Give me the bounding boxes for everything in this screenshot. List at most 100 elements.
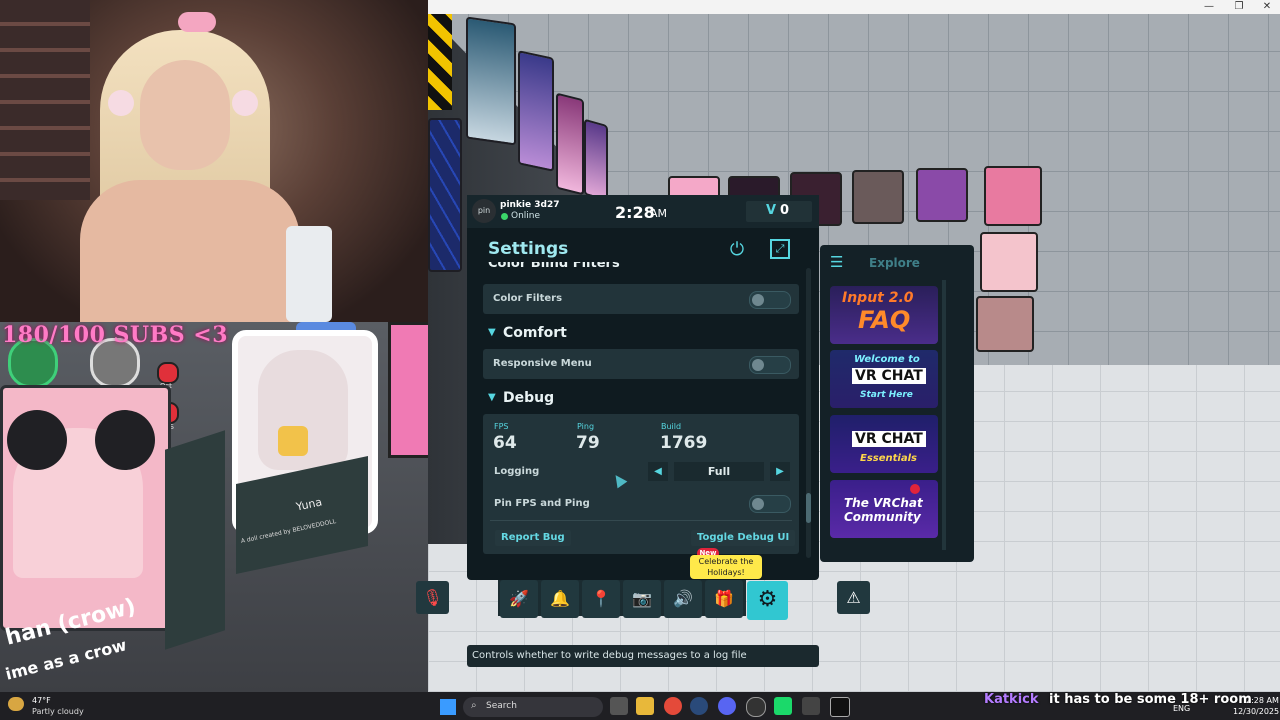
weather-icon[interactable] <box>8 697 24 711</box>
settings-scrollbar[interactable] <box>806 268 811 558</box>
explore-tile-community[interactable]: The VRChat Community <box>830 480 938 538</box>
speaker-icon[interactable]: 🔊 <box>664 580 702 618</box>
expand-icon[interactable]: ⤢ <box>770 239 790 259</box>
scrollbar-thumb[interactable] <box>806 493 811 523</box>
taskview-icon[interactable] <box>610 697 628 715</box>
world-poster <box>556 92 584 196</box>
browser-icon[interactable] <box>664 697 682 715</box>
discord-icon[interactable] <box>718 697 736 715</box>
section-debug[interactable]: Debug <box>503 390 554 406</box>
gear-icon[interactable]: ⚙ <box>747 581 788 620</box>
tooltip: Controls whether to write debug messages… <box>467 645 819 667</box>
world-avatar-card <box>916 168 968 222</box>
world-avatar-card <box>852 170 904 224</box>
report-bug-button[interactable]: Report Bug <box>495 530 571 546</box>
taskbar-search[interactable]: ⌕ Search <box>463 697 603 717</box>
logging-prev-button[interactable]: ◀ <box>648 462 668 481</box>
vrchat-app-icon[interactable] <box>830 697 850 717</box>
subs-goal-text: 180/100 SUBS <3 <box>2 322 228 348</box>
tile-text: Input 2.0 <box>842 290 914 306</box>
app-icon[interactable] <box>774 697 792 715</box>
qst-indicator-icon <box>157 362 179 384</box>
credits-amount: 0 <box>780 203 790 218</box>
explore-tile-essentials[interactable]: VR CHAT Essentials <box>830 415 938 473</box>
card-info-panel <box>165 430 225 650</box>
explore-tile-input-faq[interactable]: Input 2.0 FAQ <box>830 286 938 344</box>
responsive-menu-label: Responsive Menu <box>493 358 592 369</box>
explore-scrollbar[interactable] <box>942 280 946 550</box>
avatar-bear <box>278 426 308 456</box>
section-color-blind: Color Blind Filters <box>488 262 620 271</box>
avatar-hair-right <box>95 410 155 470</box>
tile-text: VR CHAT <box>852 431 926 447</box>
fps-label: FPS <box>494 422 509 431</box>
user-name: pinkie 3d27 <box>500 200 560 210</box>
color-filters-row[interactable]: Color Filters <box>483 284 799 314</box>
settings-app-icon[interactable] <box>802 697 820 715</box>
fps-value: 64 <box>493 433 517 453</box>
close-button[interactable]: ✕ <box>1256 0 1278 14</box>
promo-bubble[interactable]: Celebrate the Holidays! <box>690 555 762 579</box>
explore-title: Explore <box>869 256 920 270</box>
streamer-body <box>80 180 300 322</box>
logging-label: Logging <box>494 466 540 477</box>
steam-icon[interactable] <box>690 697 708 715</box>
world-avatar-card <box>976 296 1034 352</box>
avatar-card-crow <box>0 385 171 631</box>
shelf <box>0 0 90 200</box>
tile-text: Start Here <box>860 390 913 400</box>
webcam-overlay <box>0 0 428 322</box>
chat-user: Katkick <box>984 692 1039 707</box>
user-avatar[interactable]: pin <box>472 199 496 223</box>
chevron-down-icon[interactable]: ▼ <box>488 327 496 338</box>
obs-icon[interactable] <box>746 697 766 717</box>
warning-icon[interactable]: ⚠ <box>837 581 870 614</box>
world-poster <box>466 16 516 146</box>
language-indicator[interactable]: ENG <box>1173 704 1190 713</box>
world-avatar-card <box>980 232 1038 292</box>
mic-muted-icon[interactable]: 🎙 <box>416 581 449 614</box>
explore-tile-welcome[interactable]: Welcome to VR CHAT Start Here <box>830 350 938 408</box>
menu-icon[interactable]: ☰ <box>830 253 843 271</box>
search-icon: ⌕ <box>471 700 477 711</box>
pink-poster <box>388 322 428 458</box>
credits-box[interactable]: V 0 <box>746 201 812 222</box>
tile-text: FAQ <box>858 306 911 334</box>
tile-text: Welcome to <box>854 354 920 365</box>
candle <box>286 226 332 322</box>
rocket-icon[interactable]: 🚀 <box>500 580 538 618</box>
gift-icon[interactable]: 🎁 <box>705 580 743 618</box>
online-dot-icon <box>501 213 508 220</box>
location-pin-icon[interactable]: 📍 <box>582 580 620 618</box>
weather-desc[interactable]: Partly cloudy <box>32 707 84 716</box>
file-explorer-icon[interactable] <box>636 697 654 715</box>
build-label: Build <box>661 422 682 431</box>
taskbar-time[interactable]: 2:28 AM <box>1246 696 1279 705</box>
responsive-menu-row[interactable]: Responsive Menu <box>483 349 799 379</box>
window-titlebar: — ❐ ✕ <box>428 0 1280 14</box>
credits-icon: V <box>766 203 777 218</box>
toggle-debug-ui-button[interactable]: Toggle Debug UI <box>691 530 796 546</box>
color-filters-toggle[interactable] <box>749 291 791 309</box>
logging-next-button[interactable]: ▶ <box>770 462 790 481</box>
streamer-face <box>140 60 230 170</box>
taskbar-date[interactable]: 12/30/2025 <box>1233 707 1279 716</box>
power-icon[interactable]: ⏻ <box>726 239 748 261</box>
section-comfort[interactable]: Comfort <box>503 325 567 341</box>
camera-icon[interactable]: 📷 <box>623 580 661 618</box>
restore-button[interactable]: ❐ <box>1228 0 1250 14</box>
minimize-button[interactable]: — <box>1198 0 1220 14</box>
user-status: Online <box>511 211 541 221</box>
bell-icon[interactable]: 🔔 <box>541 580 579 618</box>
settings-scroll-clip: Color Blind Filters <box>482 262 802 276</box>
pin-fps-label: Pin FPS and Ping <box>494 498 590 509</box>
start-icon[interactable] <box>440 699 456 715</box>
logging-value: Full <box>674 462 764 481</box>
world-poster <box>518 50 554 172</box>
responsive-menu-toggle[interactable] <box>749 356 791 374</box>
pin-fps-toggle[interactable] <box>749 495 791 513</box>
chevron-down-icon[interactable]: ▼ <box>488 392 496 403</box>
weather-temp[interactable]: 47°F <box>32 696 51 705</box>
ping-value: 79 <box>576 433 600 453</box>
chat-overlay: Katkick it has to be some 18+ room <box>984 692 1252 714</box>
